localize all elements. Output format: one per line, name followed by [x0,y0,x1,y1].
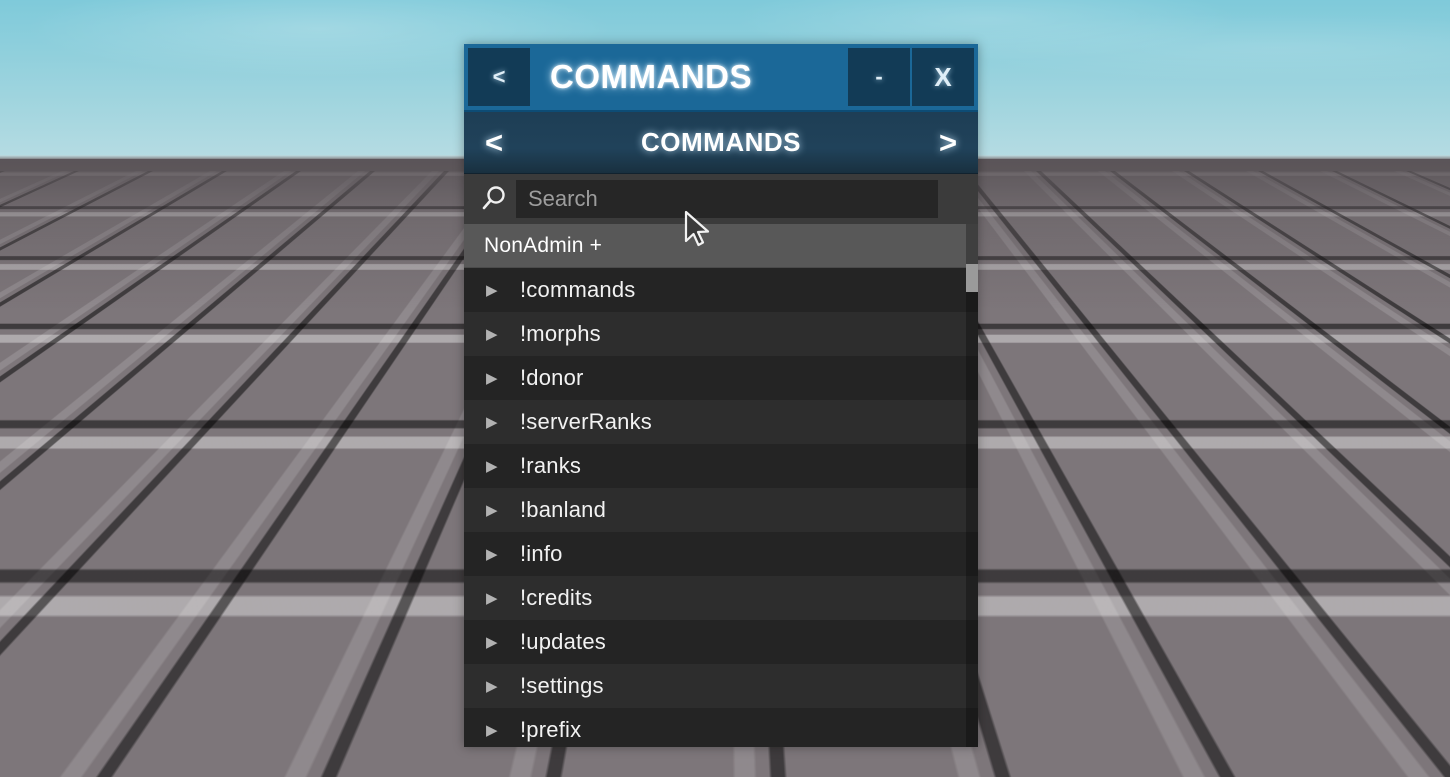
panel-title: COMMANDS [550,58,752,95]
search-row: Search [464,174,978,224]
command-row[interactable]: ▶ !donor [464,356,978,400]
command-label: !donor [520,365,584,390]
expand-triangle-icon[interactable]: ▶ [486,415,520,430]
command-row[interactable]: ▶ !settings [464,664,978,708]
search-icon [472,184,516,214]
command-list[interactable]: ▶ !commands ▶ !morphs ▶ !donor ▶ !serverRanks ▶!… [464,268,978,747]
expand-triangle-icon[interactable]: ▶ [486,283,520,298]
expand-triangle-icon[interactable]: ▶ [486,547,520,562]
back-button[interactable]: < [468,48,530,106]
command-row[interactable]: ▶ !updates [464,620,978,664]
page-title: COMMANDS [641,127,801,157]
expand-triangle-icon[interactable]: ▶ [486,459,520,474]
command-label: !serverRanks [520,409,652,434]
expand-triangle-icon[interactable]: ▶ [486,723,520,738]
command-row[interactable]: ▶ !prefix [464,708,978,747]
expand-triangle-icon[interactable]: ▶ [486,327,520,342]
minimize-button[interactable]: - [848,48,910,106]
command-row[interactable]: ▶ !info [464,532,978,576]
expand-triangle-icon[interactable]: ▶ [486,371,520,386]
close-icon: X [934,62,952,92]
command-label: !commands [520,277,636,302]
group-header-label: NonAdmin + [484,233,603,257]
minimize-icon: - [875,64,883,89]
command-label: !settings [520,673,604,698]
search-input[interactable]: Search [516,180,938,218]
close-button[interactable]: X [912,48,974,106]
back-chevron-icon: < [492,64,506,89]
game-scene: < COMMANDS - X < COMMANDS > Search NonAd… [0,0,1450,777]
command-row[interactable]: ▶ !credits [464,576,978,620]
command-label: !info [520,541,563,566]
command-row[interactable]: ▶ !serverRanks [464,400,978,444]
command-label: !ranks [520,453,582,478]
command-row[interactable]: ▶ !banland [464,488,978,532]
expand-triangle-icon[interactable]: ▶ [486,679,520,694]
command-label: !prefix [520,717,582,742]
prev-page-button[interactable]: < [464,127,524,158]
command-label: !morphs [520,321,601,346]
page-navbar: < COMMANDS > [464,112,978,174]
command-label: !credits [520,585,593,610]
commands-panel[interactable]: < COMMANDS - X < COMMANDS > Search NonAd… [464,44,978,747]
scrollbar-track[interactable] [966,224,978,747]
panel-titlebar: < COMMANDS - X [464,44,978,112]
expand-triangle-icon[interactable]: ▶ [486,591,520,606]
scrollbar-thumb[interactable] [966,263,978,292]
command-row[interactable]: ▶ !morphs [464,312,978,356]
expand-triangle-icon[interactable]: ▶ [486,635,520,650]
command-label: !updates [520,629,607,654]
group-header-nonadmin[interactable]: NonAdmin + [464,224,978,268]
next-page-button[interactable]: > [918,127,978,158]
command-row[interactable]: ▶ !commands [464,268,978,312]
search-placeholder: Search [528,186,598,211]
command-label: !banland [520,497,607,522]
command-row[interactable]: ▶ !ranks [464,444,978,488]
expand-triangle-icon[interactable]: ▶ [486,503,520,518]
